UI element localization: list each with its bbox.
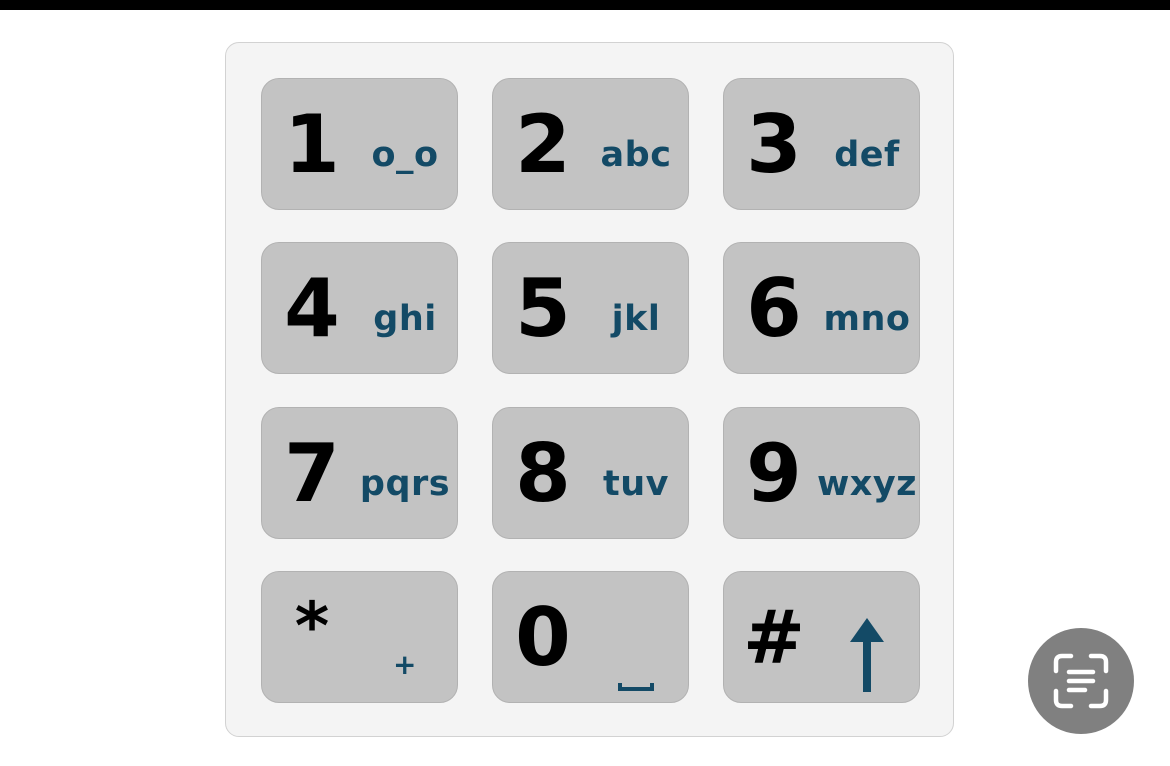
shift-arrow-icon xyxy=(812,572,922,704)
key-digit: 2 xyxy=(515,98,571,191)
key-5[interactable]: 5 jkl xyxy=(492,242,689,374)
key-star[interactable]: * + xyxy=(261,571,458,703)
key-letters: tuv xyxy=(603,464,669,504)
key-letters: pqrs xyxy=(359,464,451,504)
key-digit: 5 xyxy=(515,262,571,355)
key-letters: wxyz xyxy=(816,464,918,504)
key-digit: 8 xyxy=(515,427,571,520)
key-letters: ghi xyxy=(373,299,437,339)
key-letters: abc xyxy=(600,135,672,175)
key-digit: 9 xyxy=(746,427,802,520)
key-4[interactable]: 4 ghi xyxy=(261,242,458,374)
key-digit: 3 xyxy=(746,98,802,191)
key-digit: 0 xyxy=(515,591,571,684)
key-hash[interactable]: # xyxy=(723,571,920,703)
key-6[interactable]: 6 mno xyxy=(723,242,920,374)
key-digit: 4 xyxy=(284,262,340,355)
key-digit: * xyxy=(294,588,330,665)
key-8[interactable]: 8 tuv xyxy=(492,407,689,539)
key-letters: mno xyxy=(823,299,911,339)
key-letters: jkl xyxy=(611,299,661,339)
key-digit: 6 xyxy=(746,262,802,355)
scan-text-button[interactable] xyxy=(1028,628,1134,734)
key-letters: def xyxy=(834,135,900,175)
key-3[interactable]: 3 def xyxy=(723,78,920,210)
key-letters: + xyxy=(393,647,417,681)
key-0[interactable]: 0 xyxy=(492,571,689,703)
top-status-bar xyxy=(0,0,1170,10)
key-letters: o_o xyxy=(371,135,439,175)
key-2[interactable]: 2 abc xyxy=(492,78,689,210)
scan-text-icon xyxy=(1053,653,1109,709)
key-7[interactable]: 7 pqrs xyxy=(261,407,458,539)
key-digit: 1 xyxy=(284,98,340,191)
key-digit: 7 xyxy=(284,427,340,520)
keypad-panel: 1 o_o 2 abc 3 def 4 ghi 5 jkl 6 mno 7 pq… xyxy=(225,42,954,737)
key-digit: # xyxy=(742,595,805,681)
key-9[interactable]: 9 wxyz xyxy=(723,407,920,539)
space-icon xyxy=(581,572,691,704)
key-1[interactable]: 1 o_o xyxy=(261,78,458,210)
